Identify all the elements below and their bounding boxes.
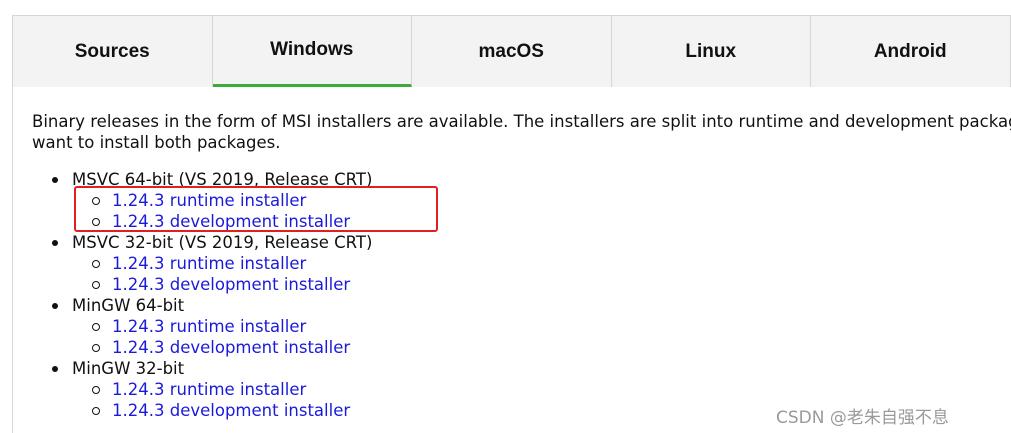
tab-sources[interactable]: Sources	[13, 16, 213, 88]
build-name: MinGW 32-bit	[72, 359, 185, 378]
installer-item: 1.24.3 runtime installer	[72, 253, 372, 274]
build-item-mingw-32: MinGW 32-bit 1.24.3 runtime installer 1.…	[32, 358, 372, 421]
build-item-msvc-64: MSVC 64-bit (VS 2019, Release CRT) 1.24.…	[32, 169, 372, 232]
runtime-installer-link[interactable]: 1.24.3 runtime installer	[112, 191, 306, 210]
runtime-installer-link[interactable]: 1.24.3 runtime installer	[112, 380, 306, 399]
installer-item: 1.24.3 runtime installer	[72, 190, 372, 211]
installer-list: 1.24.3 runtime installer 1.24.3 developm…	[72, 190, 372, 232]
build-name: MSVC 64-bit (VS 2019, Release CRT)	[72, 170, 373, 189]
intro-line-2: want to install both packages.	[32, 133, 281, 152]
intro-paragraph: Binary releases in the form of MSI insta…	[32, 111, 1011, 153]
build-item-msvc-32: MSVC 32-bit (VS 2019, Release CRT) 1.24.…	[32, 232, 372, 295]
development-installer-link[interactable]: 1.24.3 development installer	[112, 275, 350, 294]
runtime-installer-link[interactable]: 1.24.3 runtime installer	[112, 317, 306, 336]
installer-list: 1.24.3 runtime installer 1.24.3 developm…	[72, 316, 372, 358]
installer-item: 1.24.3 development installer	[72, 337, 372, 358]
build-list: MSVC 64-bit (VS 2019, Release CRT) 1.24.…	[32, 169, 372, 421]
build-name: MinGW 64-bit	[72, 296, 185, 315]
intro-line-1: Binary releases in the form of MSI insta…	[32, 112, 1011, 131]
installer-item: 1.24.3 runtime installer	[72, 379, 372, 400]
development-installer-link[interactable]: 1.24.3 development installer	[112, 212, 350, 231]
platform-tabs: Sources Windows macOS Linux Android	[12, 15, 1011, 88]
runtime-installer-link[interactable]: 1.24.3 runtime installer	[112, 254, 306, 273]
tab-windows[interactable]: Windows	[212, 16, 412, 88]
tab-macos[interactable]: macOS	[412, 16, 612, 88]
watermark: CSDN @老朱自强不息	[776, 408, 949, 428]
tab-android[interactable]: Android	[811, 16, 1011, 88]
tab-linux[interactable]: Linux	[611, 16, 811, 88]
installer-item: 1.24.3 runtime installer	[72, 316, 372, 337]
installer-item: 1.24.3 development installer	[72, 274, 372, 295]
installer-item: 1.24.3 development installer	[72, 400, 372, 421]
build-item-mingw-64: MinGW 64-bit 1.24.3 runtime installer 1.…	[32, 295, 372, 358]
installer-item: 1.24.3 development installer	[72, 211, 372, 232]
installer-list: 1.24.3 runtime installer 1.24.3 developm…	[72, 253, 372, 295]
development-installer-link[interactable]: 1.24.3 development installer	[112, 338, 350, 357]
installer-list: 1.24.3 runtime installer 1.24.3 developm…	[72, 379, 372, 421]
build-name: MSVC 32-bit (VS 2019, Release CRT)	[72, 233, 373, 252]
development-installer-link[interactable]: 1.24.3 development installer	[112, 401, 350, 420]
